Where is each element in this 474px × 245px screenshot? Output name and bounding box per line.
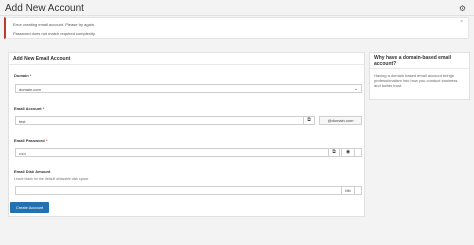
domain-value: domain.com <box>19 86 41 92</box>
alert-message: Error creating email account. Please try… <box>13 22 96 27</box>
info-heading: Why have a domain-based email account? <box>370 53 469 69</box>
disk-hint: Leave blank for the default allowable di… <box>14 177 90 181</box>
password-label: Email Password * <box>14 138 48 143</box>
error-alert: Error creating email account. Please try… <box>4 17 469 39</box>
title-divider <box>0 15 474 16</box>
domain-suffix: @domain.com <box>319 116 362 125</box>
add-email-panel: Add New Email Account Domain * domain.co… <box>8 52 365 217</box>
info-text: Having a domain based email account brin… <box>374 73 458 88</box>
email-input[interactable]: test ⧉ <box>15 116 315 125</box>
close-icon[interactable]: × <box>460 19 463 25</box>
copy-icon[interactable]: ⧉ <box>303 116 315 125</box>
copy-icon[interactable]: ⧉ <box>328 148 340 157</box>
disk-unit: Mb <box>341 186 355 195</box>
alert-detail: Password does not match required complex… <box>13 31 96 36</box>
password-input[interactable]: ••••• ⧉ ◉ <box>15 148 362 157</box>
chevron-down-icon: ⌄ <box>353 85 358 92</box>
password-value: ••••• <box>19 150 27 156</box>
panel-heading: Add New Email Account <box>9 53 364 65</box>
disk-label: Email Disk Amount <box>14 169 51 174</box>
page-title: Add New Account <box>5 3 84 14</box>
email-label: Email Account * <box>14 106 45 111</box>
domain-select[interactable]: domain.com ⌄ <box>15 84 362 93</box>
disk-input[interactable]: Mb <box>15 186 362 195</box>
help-icon[interactable]: ⚙ <box>459 4 466 13</box>
create-account-button[interactable]: Create Account <box>10 202 49 213</box>
info-panel: Why have a domain-based email account? H… <box>369 52 470 100</box>
email-value: test <box>19 118 26 124</box>
domain-label: Domain * <box>14 73 32 78</box>
eye-icon[interactable]: ◉ <box>341 148 355 157</box>
